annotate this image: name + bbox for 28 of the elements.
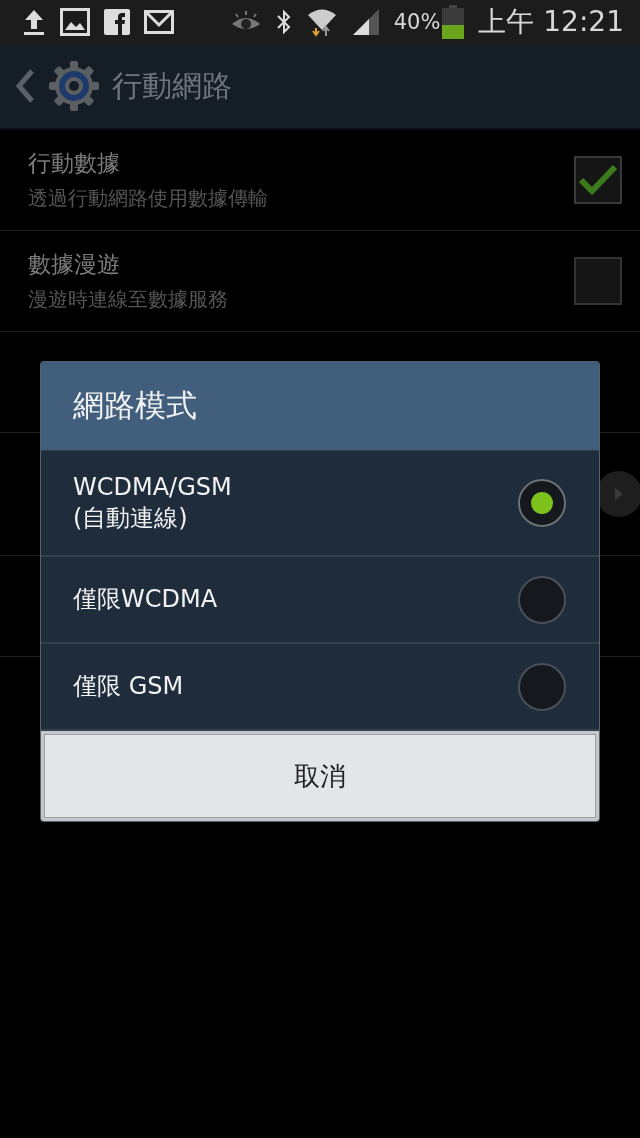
- setting-title: 行動數據: [28, 149, 121, 178]
- setting-summary: 漫遊時連線至數據服務: [28, 286, 229, 313]
- checkbox[interactable]: [574, 156, 622, 204]
- screen-title: 行動網路: [112, 66, 232, 105]
- clock-time: 上午 12:21: [478, 4, 624, 40]
- setting-title: 數據漫遊: [28, 250, 121, 279]
- chevron-icon: [613, 486, 625, 502]
- radio-button[interactable]: [518, 479, 566, 527]
- checkbox[interactable]: [574, 257, 622, 305]
- option-label: 僅限 GSM: [73, 670, 185, 702]
- bluetooth-icon: [275, 9, 292, 35]
- setting-summary: 透過行動網路使用數據傳輸: [28, 185, 269, 212]
- mail-icon: [144, 10, 174, 34]
- dialog-title: 網路模式: [41, 362, 599, 451]
- cancel-button[interactable]: 取消: [44, 734, 596, 818]
- gear-icon: [48, 60, 100, 112]
- radio-button[interactable]: [518, 662, 566, 711]
- facebook-icon: [104, 9, 130, 35]
- battery-icon: [442, 5, 465, 39]
- upload-icon: [22, 8, 46, 36]
- check-icon: [578, 164, 618, 196]
- signal-icon: [351, 8, 380, 36]
- back-icon[interactable]: [14, 68, 36, 104]
- radio-button[interactable]: [518, 575, 566, 624]
- image-icon: [60, 8, 90, 36]
- battery-percent: 40%: [393, 10, 441, 34]
- option-label: WCDMA/GSM (自動連線): [73, 471, 233, 534]
- option-label: 僅限WCDMA: [73, 583, 219, 615]
